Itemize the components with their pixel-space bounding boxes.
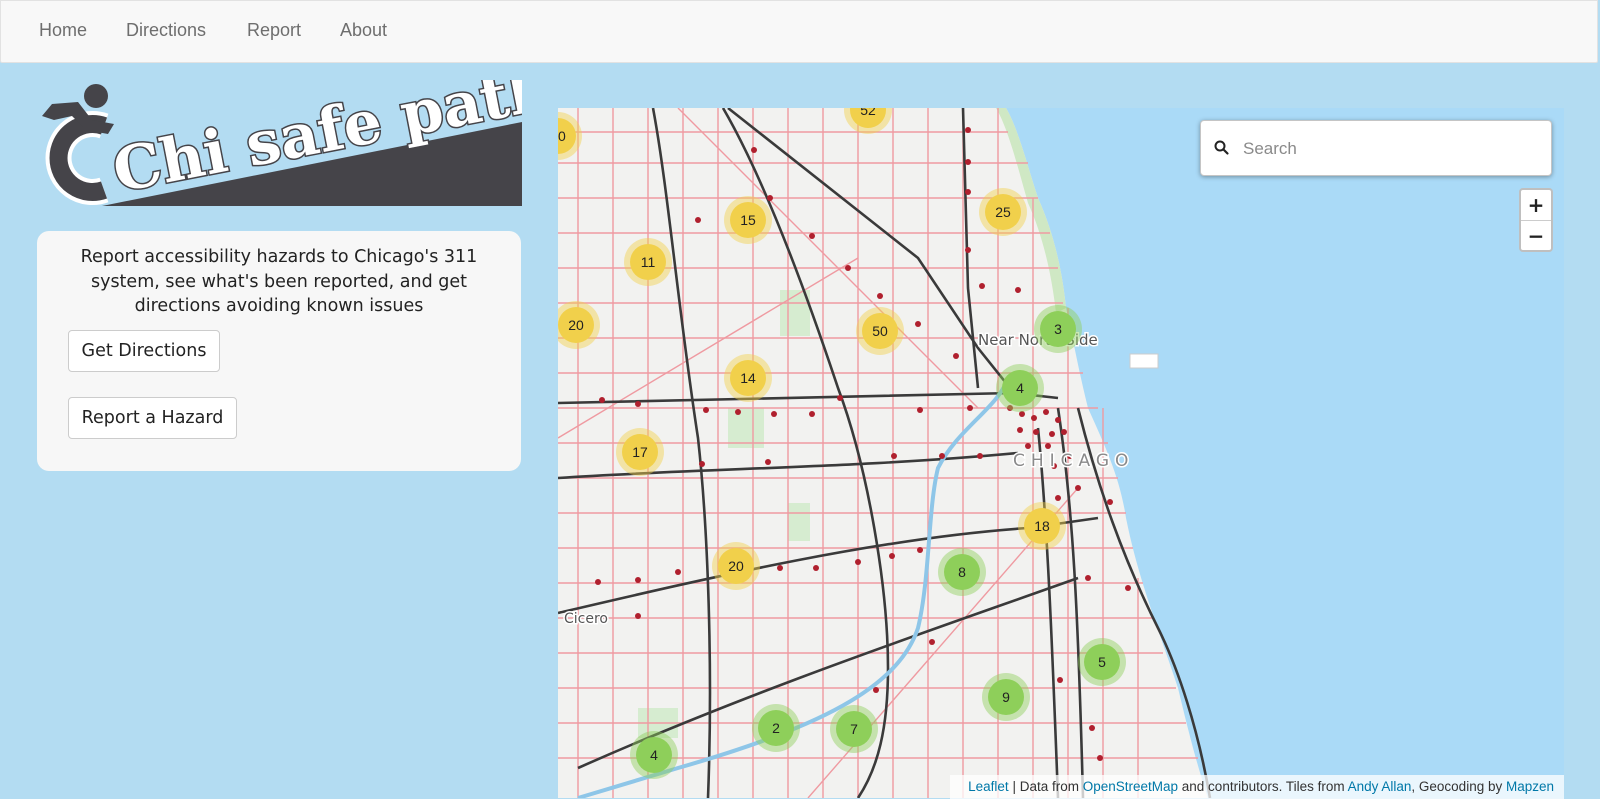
cluster-count: 17 xyxy=(632,444,648,460)
cluster-marker[interactable]: 4 xyxy=(630,731,678,779)
cluster-count: 8 xyxy=(958,564,966,580)
map[interactable]: Near North Side CHICAGO Cicero 305215251… xyxy=(558,108,1564,798)
cluster-count: 7 xyxy=(850,721,858,737)
report-hazard-button[interactable]: Report a Hazard xyxy=(68,397,237,439)
label-chicago: CHICAGO xyxy=(1013,451,1134,471)
nav-directions-link[interactable]: Directions xyxy=(126,20,206,41)
cluster-marker[interactable]: 8 xyxy=(938,548,986,596)
cluster-count: 25 xyxy=(995,204,1011,220)
cluster-marker[interactable]: 9 xyxy=(982,673,1030,721)
cluster-count: 3 xyxy=(1054,321,1062,337)
intro-card: Report accessibility hazards to Chicago'… xyxy=(37,231,521,471)
navbar: Home Directions Report About xyxy=(0,0,1598,63)
nav-home-link[interactable]: Home xyxy=(39,20,87,41)
andy-allan-link[interactable]: Andy Allan xyxy=(1348,779,1412,794)
osm-link[interactable]: OpenStreetMap xyxy=(1083,779,1178,794)
cluster-count: 4 xyxy=(650,747,658,763)
attribution-text: | Data from xyxy=(1008,779,1083,794)
cluster-marker[interactable]: 20 xyxy=(712,542,760,590)
cluster-marker[interactable]: 18 xyxy=(1018,502,1066,550)
cluster-count: 14 xyxy=(740,370,756,386)
cluster-count: 20 xyxy=(568,317,584,333)
cluster-count: 18 xyxy=(1034,518,1050,534)
search-input[interactable] xyxy=(1241,133,1545,165)
cluster-count: 52 xyxy=(860,108,876,118)
map-attribution: Leaflet | Data from OpenStreetMap and co… xyxy=(950,775,1564,799)
leaflet-link[interactable]: Leaflet xyxy=(968,779,1009,794)
map-canvas[interactable]: Near North Side CHICAGO Cicero 305215251… xyxy=(558,108,1564,798)
pier xyxy=(1129,353,1159,369)
cluster-count: 9 xyxy=(1002,689,1010,705)
attribution-text: and contributors. Tiles from xyxy=(1178,779,1348,794)
zoom-control: + − xyxy=(1519,188,1553,252)
cluster-count: 15 xyxy=(740,212,756,228)
cluster-marker[interactable]: 11 xyxy=(624,238,672,286)
cluster-count: 5 xyxy=(1098,654,1106,670)
nav-report-link[interactable]: Report xyxy=(247,20,301,41)
zoom-out-button[interactable]: − xyxy=(1521,221,1551,251)
cluster-count: 50 xyxy=(872,323,888,339)
search-icon xyxy=(1214,140,1229,155)
get-directions-button[interactable]: Get Directions xyxy=(68,330,220,372)
cluster-count: 20 xyxy=(728,558,744,574)
cluster-marker[interactable]: 2 xyxy=(752,704,800,752)
search-box[interactable] xyxy=(1200,120,1552,176)
cluster-marker[interactable]: 7 xyxy=(830,705,878,753)
cluster-marker[interactable]: 15 xyxy=(724,196,772,244)
intro-text: Report accessibility hazards to Chicago'… xyxy=(80,247,478,316)
cluster-marker[interactable]: 14 xyxy=(724,354,772,402)
park xyxy=(788,503,810,541)
cluster-marker[interactable]: 4 xyxy=(996,364,1044,412)
mapzen-link[interactable]: Mapzen xyxy=(1506,779,1554,794)
cluster-marker[interactable]: 17 xyxy=(616,428,664,476)
cluster-marker[interactable]: 50 xyxy=(856,307,904,355)
nav-about-link[interactable]: About xyxy=(340,20,387,41)
cluster-marker[interactable]: 5 xyxy=(1078,638,1126,686)
app-logo: Chi safe path xyxy=(36,52,559,208)
cluster-count: 2 xyxy=(772,720,780,736)
cluster-marker[interactable]: 3 xyxy=(1034,305,1082,353)
attribution-text: , Geocoding by xyxy=(1411,779,1506,794)
cluster-count: 30 xyxy=(558,128,566,144)
label-cicero: Cicero xyxy=(564,611,608,627)
cluster-count: 4 xyxy=(1016,380,1024,396)
park xyxy=(728,408,764,448)
cluster-marker[interactable]: 25 xyxy=(979,188,1027,236)
zoom-in-button[interactable]: + xyxy=(1521,190,1551,221)
cluster-count: 11 xyxy=(641,254,656,270)
